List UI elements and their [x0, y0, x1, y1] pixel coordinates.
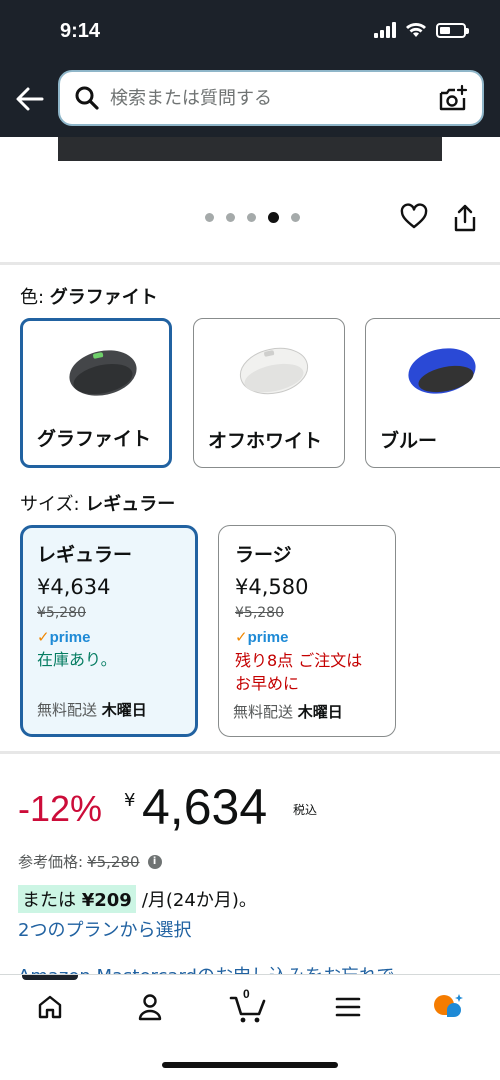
carousel-dot[interactable]: [268, 212, 279, 223]
shipping-info: 無料配送 木曜日: [37, 701, 147, 719]
size-option-regular[interactable]: レギュラー ¥4,634 ¥5,280 ✓ prime 在庫あり。 無料配送 木曜…: [20, 525, 198, 737]
mouse-blue-image: [408, 348, 476, 394]
home-icon: [38, 995, 62, 1019]
size-option-price: ¥4,634: [37, 575, 111, 599]
size-option-list-price: ¥5,280: [235, 605, 284, 621]
color-option-graphite[interactable]: グラファイト: [20, 318, 172, 468]
camera-search-icon[interactable]: [438, 84, 468, 114]
prime-badge: ✓ prime: [235, 628, 289, 646]
status-time: 9:14: [60, 20, 101, 42]
price-amount: 4,634: [142, 779, 268, 835]
installment-offer: または ¥209 /月(24か月)。: [18, 885, 257, 913]
search-icon: [75, 86, 99, 110]
search-input[interactable]: [110, 87, 430, 109]
discount-percent: -12%: [18, 788, 103, 829]
mouse-off-white-image: [239, 347, 309, 395]
choose-plan-link[interactable]: 2つのプランから選択: [18, 916, 191, 942]
carousel-dot[interactable]: [247, 213, 256, 222]
wishlist-heart-button[interactable]: [400, 203, 428, 231]
search-bar[interactable]: [58, 70, 484, 126]
info-icon[interactable]: i: [147, 854, 162, 869]
shipping-info: 無料配送 木曜日: [233, 703, 343, 721]
rufus-assistant-icon: [434, 994, 463, 1017]
share-button[interactable]: [452, 203, 478, 233]
stock-status: 在庫あり。: [37, 650, 117, 669]
menu-icon: [335, 997, 361, 1017]
color-option-label: グラファイト: [37, 428, 152, 450]
prime-badge: ✓ prime: [37, 628, 91, 646]
battery-icon: [436, 22, 469, 38]
size-option-name: ラージ: [235, 544, 292, 566]
mouse-graphite-image: [69, 350, 137, 396]
size-option-list-price: ¥5,280: [37, 605, 86, 621]
color-option-label: ブルー: [380, 430, 438, 452]
size-option-large[interactable]: ラージ ¥4,580 ¥5,280 ✓ prime 残り8点 ご注文は お早めに …: [218, 525, 396, 737]
carousel-dot[interactable]: [205, 213, 214, 222]
home-indicator: [162, 1062, 338, 1068]
cellular-signal-icon: [374, 22, 396, 38]
back-arrow-button[interactable]: [14, 84, 46, 114]
nav-menu[interactable]: [328, 989, 368, 1025]
color-option-blue[interactable]: ブルー: [365, 318, 500, 468]
carousel-dot[interactable]: [291, 213, 300, 222]
prime-check-icon: ✓: [235, 628, 248, 646]
stock-status: 残り8点 ご注文は お早めに: [235, 651, 363, 693]
divider: [0, 262, 500, 265]
user-icon: [138, 994, 162, 1021]
reference-price: 参考価格: ¥5,280 i: [18, 851, 162, 872]
app-header: 9:14: [0, 0, 500, 137]
size-option-name: レギュラー: [37, 544, 133, 566]
active-tab-indicator: [22, 975, 78, 980]
nav-home[interactable]: [30, 989, 70, 1025]
divider: [0, 751, 500, 754]
prime-check-icon: ✓: [37, 628, 50, 646]
size-label: サイズ: レギュラー: [20, 494, 176, 515]
color-option-off-white[interactable]: オフホワイト: [193, 318, 345, 468]
cart-count-badge: 0: [243, 987, 250, 1001]
image-carousel-dots: [205, 212, 300, 223]
color-label: 色: グラファイト: [20, 287, 158, 308]
nav-account[interactable]: [130, 989, 170, 1025]
color-option-label: オフホワイト: [208, 430, 323, 452]
status-icons: [374, 22, 469, 38]
price-currency: ¥: [124, 790, 136, 811]
carousel-dot[interactable]: [226, 213, 235, 222]
nav-rufus-assistant[interactable]: [428, 989, 468, 1025]
tax-included-note: 税込: [293, 803, 318, 817]
nav-cart[interactable]: 0: [228, 987, 268, 1025]
wifi-icon: [406, 23, 426, 37]
product-image-strip[interactable]: [58, 137, 442, 161]
size-option-price: ¥4,580: [235, 575, 309, 599]
